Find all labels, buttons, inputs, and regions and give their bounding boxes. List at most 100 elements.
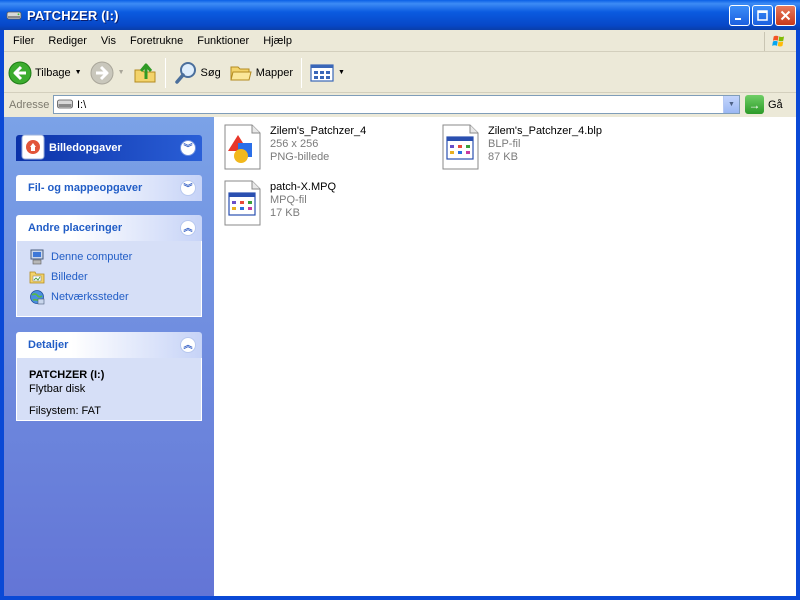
details-title: Detaljer — [28, 339, 69, 351]
picture-tasks-header[interactable]: Billedopgaver ︾ — [16, 134, 202, 161]
back-arrow-icon — [8, 61, 32, 84]
window-frame-bottom — [0, 596, 800, 600]
views-button[interactable]: ▼ — [306, 57, 349, 89]
menu-foretrukne[interactable]: Foretrukne — [123, 30, 190, 52]
place-link-label: Billeder — [51, 271, 88, 283]
picture-tasks-title: Billedopgaver — [49, 142, 122, 154]
forward-dropdown-icon[interactable]: ▼ — [118, 69, 125, 76]
file-size: 17 KB — [270, 207, 300, 219]
address-dropdown-button[interactable]: ▼ — [723, 96, 739, 113]
details-header[interactable]: Detaljer ︽ — [16, 332, 202, 358]
computer-icon — [30, 249, 44, 265]
back-dropdown-icon[interactable]: ▼ — [75, 69, 82, 76]
minimize-icon — [735, 18, 741, 20]
file-item[interactable]: Zilem's_Patchzer_4 256 x 256 PNG-billede — [222, 123, 366, 171]
details-drive-type: Flytbar disk — [29, 383, 86, 395]
toolbar-separator — [301, 57, 303, 88]
window-frame-right — [796, 30, 800, 600]
back-button[interactable]: Tilbage ▼ — [4, 57, 86, 89]
file-name: Zilem's_Patchzer_4 — [270, 125, 367, 137]
views-dropdown-icon[interactable]: ▼ — [338, 69, 345, 76]
file-folder-tasks-header[interactable]: Fil- og mappeopgaver ︾ — [16, 175, 202, 201]
menu-vis[interactable]: Vis — [94, 30, 123, 52]
menu-filer[interactable]: Filer — [4, 30, 41, 52]
search-icon — [174, 61, 196, 84]
picture-tasks-icon — [21, 134, 45, 160]
title-bar[interactable]: PATCHZER (I:) — [0, 0, 800, 30]
file-dimensions: 256 x 256 — [270, 138, 319, 150]
windows-logo-icon — [764, 32, 785, 51]
other-places-panel: Andre placeringer ︽ Denne computer Bille… — [16, 215, 202, 317]
maximize-icon — [757, 10, 768, 21]
minimize-button[interactable] — [729, 5, 750, 26]
place-link-label: Netværkssteder — [51, 291, 129, 303]
file-text: Zilem's_Patchzer_4.blp BLP-fil 87 KB — [488, 123, 602, 171]
place-link-network[interactable]: Netværkssteder — [29, 287, 189, 307]
address-input[interactable]: I:\ ▼ — [53, 95, 740, 114]
go-label: Gå — [768, 98, 783, 111]
menu-hjaelp[interactable]: Hjælp — [256, 30, 299, 52]
details-drive-name: PATCHZER (I:) — [29, 369, 105, 381]
toolbar-separator — [164, 57, 166, 88]
file-name: Zilem's_Patchzer_4.blp — [488, 125, 602, 137]
drive-icon — [6, 11, 22, 20]
file-view[interactable]: Zilem's_Patchzer_4 256 x 256 PNG-billede… — [214, 117, 796, 596]
close-button[interactable] — [775, 5, 796, 26]
forward-arrow-icon — [90, 61, 114, 84]
toolbar: Tilbage ▼ ▼ Søg Mapper ▼ — [4, 53, 796, 93]
chevron-up-icon[interactable]: ︽ — [180, 337, 196, 353]
file-type: BLP-fil — [488, 138, 521, 150]
details-body: PATCHZER (I:) Flytbar disk Filsystem: FA… — [16, 358, 202, 421]
search-label: Søg — [200, 66, 221, 79]
file-folder-tasks-title: Fil- og mappeopgaver — [28, 182, 143, 194]
address-label: Adresse — [9, 99, 50, 111]
address-value: I:\ — [77, 98, 87, 111]
pictures-folder-icon — [29, 271, 45, 284]
chevron-down-icon[interactable]: ︾ — [180, 180, 196, 196]
place-link-computer[interactable]: Denne computer — [29, 247, 189, 267]
place-link-label: Denne computer — [51, 251, 133, 263]
place-link-pictures[interactable]: Billeder — [29, 267, 189, 287]
folders-label: Mapper — [255, 66, 294, 79]
file-folder-tasks-panel: Fil- og mappeopgaver ︾ — [16, 175, 202, 201]
search-button[interactable]: Søg — [170, 57, 225, 89]
png-image-icon — [224, 124, 261, 170]
other-places-header[interactable]: Andre placeringer ︽ — [16, 215, 202, 241]
chevron-up-icon[interactable]: ︽ — [180, 220, 196, 236]
up-folder-button[interactable] — [129, 57, 161, 89]
up-folder-icon — [134, 63, 156, 82]
menu-bar: Filer Rediger Vis Foretrukne Funktioner … — [4, 30, 796, 52]
close-icon — [780, 10, 791, 21]
window-title: PATCHZER (I:) — [27, 7, 119, 23]
other-places-body: Denne computer Billeder Netværkssteder — [16, 241, 202, 317]
address-bar: Adresse I:\ ▼ → Gå — [4, 94, 796, 116]
picture-tasks-panel: Billedopgaver ︾ — [16, 134, 202, 161]
file-item[interactable]: patch-X.MPQ MPQ-fil 17 KB — [222, 179, 336, 227]
folders-button[interactable]: Mapper — [225, 57, 297, 89]
network-places-icon — [30, 290, 45, 305]
file-type: PNG-billede — [270, 151, 330, 163]
forward-button[interactable]: ▼ — [86, 57, 129, 89]
drive-icon — [57, 99, 73, 109]
back-label: Tilbage — [35, 66, 71, 79]
menu-funktioner[interactable]: Funktioner — [190, 30, 256, 52]
file-text: Zilem's_Patchzer_4 256 x 256 PNG-billede — [270, 123, 366, 171]
file-item[interactable]: Zilem's_Patchzer_4.blp BLP-fil 87 KB — [440, 123, 602, 171]
generic-file-icon — [442, 124, 479, 170]
details-panel: Detaljer ︽ PATCHZER (I:) Flytbar disk Fi… — [16, 332, 202, 421]
details-filesystem: Filsystem: FAT — [29, 405, 101, 417]
maximize-button[interactable] — [752, 5, 773, 26]
go-button[interactable]: → Gå — [745, 95, 783, 114]
chevron-down-icon[interactable]: ︾ — [180, 140, 196, 156]
file-text: patch-X.MPQ MPQ-fil 17 KB — [270, 179, 336, 227]
folders-icon — [230, 66, 252, 80]
menu-rediger[interactable]: Rediger — [41, 30, 94, 52]
go-arrow-icon: → — [745, 95, 764, 114]
views-icon — [310, 63, 334, 82]
file-name: patch-X.MPQ — [270, 181, 337, 193]
task-pane: Billedopgaver ︾ Fil- og mappeopgaver ︾ A… — [4, 117, 214, 596]
file-size: 87 KB — [488, 151, 518, 163]
other-places-title: Andre placeringer — [28, 222, 123, 234]
generic-file-icon — [224, 180, 261, 226]
file-type: MPQ-fil — [270, 194, 307, 206]
